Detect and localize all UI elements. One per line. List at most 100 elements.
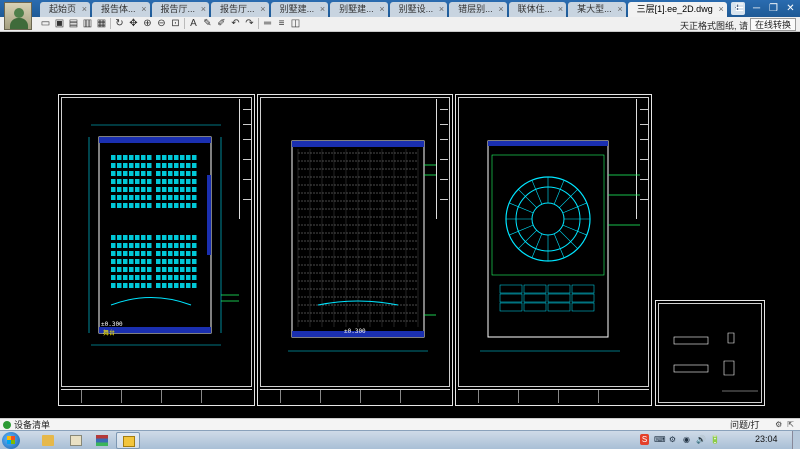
tab-active-document[interactable]: 三层[1].ee_2D.dwg × bbox=[627, 2, 727, 17]
tab-document[interactable]: 报告厅... × bbox=[211, 2, 269, 17]
lock-icon[interactable]: ▦ bbox=[96, 18, 107, 29]
seat bbox=[174, 155, 179, 160]
tab-document[interactable]: 某大型... × bbox=[568, 2, 626, 17]
ceiling-panel bbox=[547, 302, 571, 312]
seat bbox=[174, 187, 179, 192]
save-icon[interactable]: ▣ bbox=[54, 18, 65, 29]
radial-line bbox=[553, 233, 565, 258]
sheet-ceiling-feature bbox=[455, 94, 652, 406]
zoom-extents-icon[interactable]: ⊡ bbox=[170, 18, 181, 29]
tab-close-icon[interactable]: × bbox=[320, 2, 325, 17]
tab-start-page[interactable]: 起始页 × bbox=[40, 2, 91, 17]
seat bbox=[129, 251, 134, 256]
tab-close-icon[interactable]: × bbox=[141, 2, 146, 17]
seat bbox=[135, 187, 140, 192]
seat bbox=[141, 155, 146, 160]
zoom-out-icon[interactable]: ⊖ bbox=[156, 18, 167, 29]
tab-document[interactable]: 别墅建... × bbox=[270, 2, 329, 17]
rotate-icon[interactable]: ↻ bbox=[114, 18, 125, 29]
tab-close-icon[interactable]: × bbox=[498, 2, 503, 17]
seat bbox=[147, 195, 152, 200]
seat bbox=[111, 283, 116, 288]
pan-icon[interactable]: ✥ bbox=[128, 18, 139, 29]
tab-document[interactable]: 报告厅... × bbox=[151, 2, 210, 17]
tab-document[interactable]: 别墅设... × bbox=[389, 2, 448, 17]
tab-label: 别墅设... bbox=[398, 4, 434, 14]
cad-viewer-icon bbox=[123, 436, 135, 447]
undo-icon[interactable]: ↶ bbox=[230, 18, 241, 29]
seat bbox=[129, 235, 134, 240]
seat bbox=[141, 259, 146, 264]
radial-line bbox=[559, 230, 578, 249]
tab-close-icon[interactable]: × bbox=[260, 2, 265, 17]
layer-icon[interactable]: ≡ bbox=[276, 18, 287, 29]
ceiling-panel bbox=[523, 284, 547, 294]
text-icon[interactable]: A bbox=[188, 18, 199, 29]
seat bbox=[192, 243, 197, 248]
tab-document[interactable]: 联体住... × bbox=[508, 2, 567, 17]
input-method-icon[interactable]: S bbox=[640, 434, 649, 445]
pen-icon[interactable]: ✎ bbox=[202, 18, 213, 29]
start-button[interactable] bbox=[2, 432, 20, 449]
battery-icon[interactable]: 🔋 bbox=[710, 434, 720, 445]
tab-close-icon[interactable]: × bbox=[558, 2, 563, 17]
layers-panel-icon[interactable]: ◫ bbox=[290, 18, 301, 29]
seat bbox=[129, 155, 134, 160]
ceiling-panel bbox=[499, 284, 523, 294]
volume-icon[interactable]: 🔊 bbox=[696, 434, 706, 445]
print-icon[interactable]: ▤ bbox=[68, 18, 79, 29]
menu-icon[interactable]: ☰ bbox=[734, 2, 745, 15]
archive-taskbar-button[interactable] bbox=[90, 432, 114, 449]
seat bbox=[180, 283, 185, 288]
sheet-footer-table bbox=[61, 389, 252, 403]
seat bbox=[123, 251, 128, 256]
tab-document[interactable]: 报告体... × bbox=[92, 2, 150, 17]
show-desktop-button[interactable] bbox=[792, 431, 800, 449]
minimize-icon[interactable]: ─ bbox=[751, 2, 762, 15]
explorer-taskbar-button[interactable] bbox=[36, 432, 60, 449]
seat bbox=[162, 259, 167, 264]
seat bbox=[180, 171, 185, 176]
measure-icon[interactable]: ═ bbox=[262, 18, 273, 29]
network-icon[interactable]: ◉ bbox=[682, 434, 691, 445]
online-convert-button[interactable]: 在线转换 bbox=[750, 18, 797, 31]
user-avatar[interactable] bbox=[4, 2, 32, 30]
tab-label: 别墅建... bbox=[339, 4, 374, 14]
seat bbox=[192, 203, 197, 208]
brush-icon[interactable]: ✐ bbox=[216, 18, 227, 29]
drawing-canvas[interactable]: ±0.300 舞台 ±0.300 bbox=[0, 32, 800, 418]
redo-icon[interactable]: ↷ bbox=[244, 18, 255, 29]
print-preview-icon[interactable]: ▥ bbox=[82, 18, 93, 29]
ceiling-feature-drawing bbox=[480, 140, 640, 352]
tab-document[interactable]: 别墅建... × bbox=[330, 2, 388, 17]
expand-icon[interactable]: ⇱ bbox=[787, 420, 794, 429]
tab-close-icon[interactable]: × bbox=[617, 2, 622, 17]
tab-close-icon[interactable]: × bbox=[201, 2, 206, 17]
cad-viewer-taskbar-button[interactable] bbox=[116, 432, 140, 449]
seat bbox=[135, 155, 140, 160]
seat bbox=[156, 243, 161, 248]
tab-label: 某大型... bbox=[577, 4, 612, 14]
seat bbox=[135, 259, 140, 264]
tab-close-icon[interactable]: × bbox=[82, 2, 87, 17]
tab-close-icon[interactable]: × bbox=[439, 2, 444, 17]
seat bbox=[180, 243, 185, 248]
tab-label: 报告体... bbox=[101, 4, 136, 14]
seat bbox=[156, 203, 161, 208]
taskbar-clock[interactable]: 23:04 bbox=[755, 434, 778, 444]
seat bbox=[180, 203, 185, 208]
tray-settings-icon[interactable]: ⚙ bbox=[668, 434, 677, 445]
seat bbox=[168, 195, 173, 200]
tab-close-icon[interactable]: × bbox=[718, 2, 723, 17]
seat bbox=[111, 251, 116, 256]
tab-document[interactable]: 错层别... × bbox=[449, 2, 507, 17]
restore-icon[interactable]: ❐ bbox=[768, 2, 779, 15]
contacts-taskbar-button[interactable] bbox=[64, 432, 88, 449]
settings-icon[interactable]: ⚙ bbox=[775, 420, 782, 429]
keyboard-icon[interactable]: ⌨ bbox=[654, 434, 666, 445]
tab-close-icon[interactable]: × bbox=[379, 2, 384, 17]
open-icon[interactable]: ▭ bbox=[40, 18, 51, 29]
seat bbox=[117, 155, 122, 160]
close-icon[interactable]: ✕ bbox=[785, 2, 796, 15]
zoom-in-icon[interactable]: ⊕ bbox=[142, 18, 153, 29]
